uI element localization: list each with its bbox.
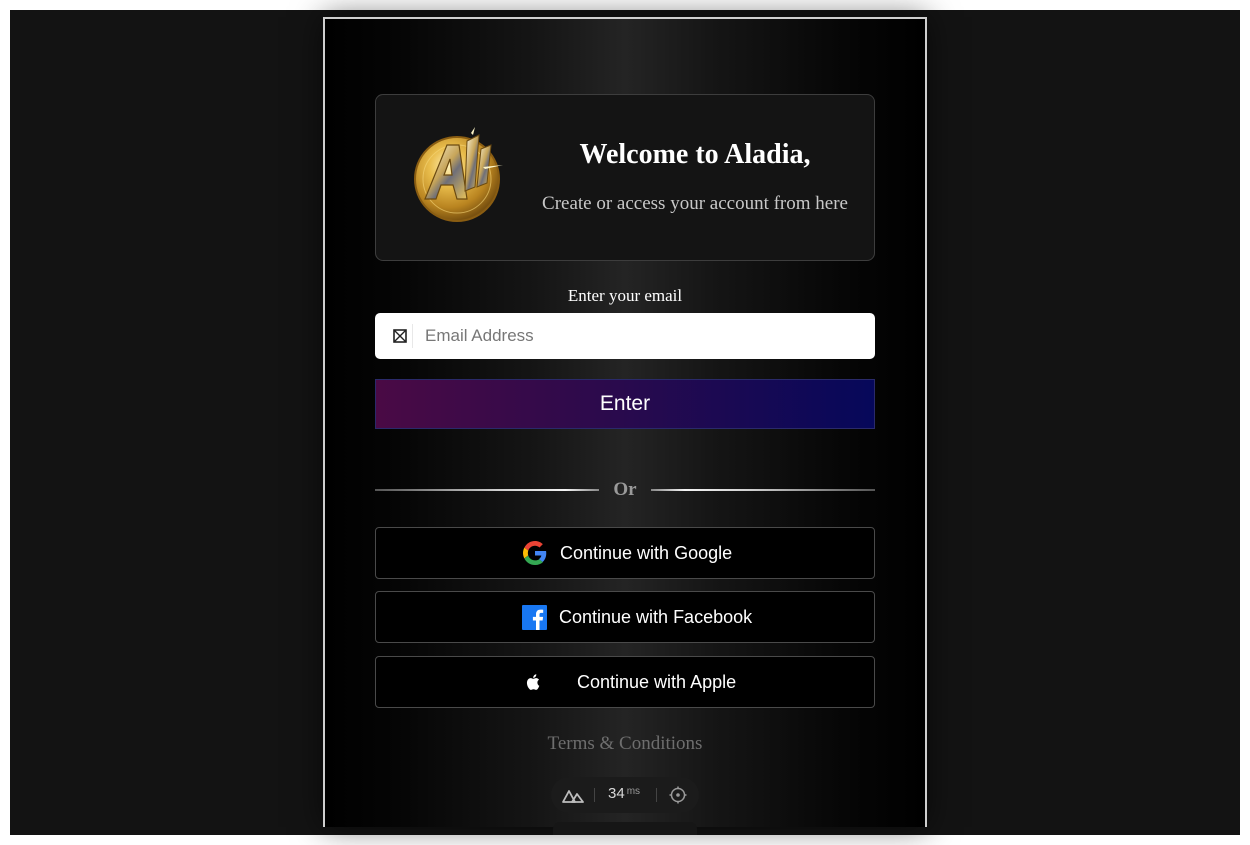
email-field-container (375, 313, 875, 359)
nuxt-logo-icon[interactable] (562, 787, 584, 803)
devtools-separator (594, 788, 595, 802)
apple-icon (526, 674, 540, 690)
welcome-subtitle: Create or access your account from here (542, 193, 848, 214)
devtools-bar: 34 ms (551, 777, 699, 813)
welcome-card: Welcome to Aladia, Create or access your… (375, 94, 875, 261)
devtools-bar-shadow (553, 822, 697, 835)
devtools-separator (656, 788, 657, 802)
facebook-button-label: Continue with Facebook (559, 606, 753, 627)
response-time-unit: ms (626, 786, 641, 797)
email-label: Enter your email (567, 286, 683, 305)
terms-and-conditions-link[interactable]: Terms & Conditions (375, 733, 875, 755)
response-time-readout: 34 ms (608, 785, 640, 802)
divider-line-right (651, 489, 875, 491)
aladia-logo (414, 127, 503, 222)
apple-button-label: Continue with Apple (577, 671, 737, 692)
google-button-label: Continue with Google (560, 542, 733, 563)
continue-with-facebook-button[interactable]: Continue with Facebook (375, 591, 875, 643)
welcome-title: Welcome to Aladia, (579, 139, 811, 170)
or-divider-text: Or (613, 479, 637, 500)
mail-icon (393, 324, 413, 348)
google-icon (523, 541, 547, 565)
continue-with-google-button[interactable]: Continue with Google (375, 527, 875, 579)
facebook-icon (522, 604, 547, 630)
response-time-value: 34 (608, 785, 625, 802)
enter-button[interactable]: Enter (375, 379, 875, 429)
divider-line-left (375, 489, 599, 491)
email-input[interactable] (425, 313, 865, 359)
continue-with-apple-button[interactable]: Continue with Apple (375, 656, 875, 708)
crosshair-icon[interactable] (669, 786, 687, 804)
